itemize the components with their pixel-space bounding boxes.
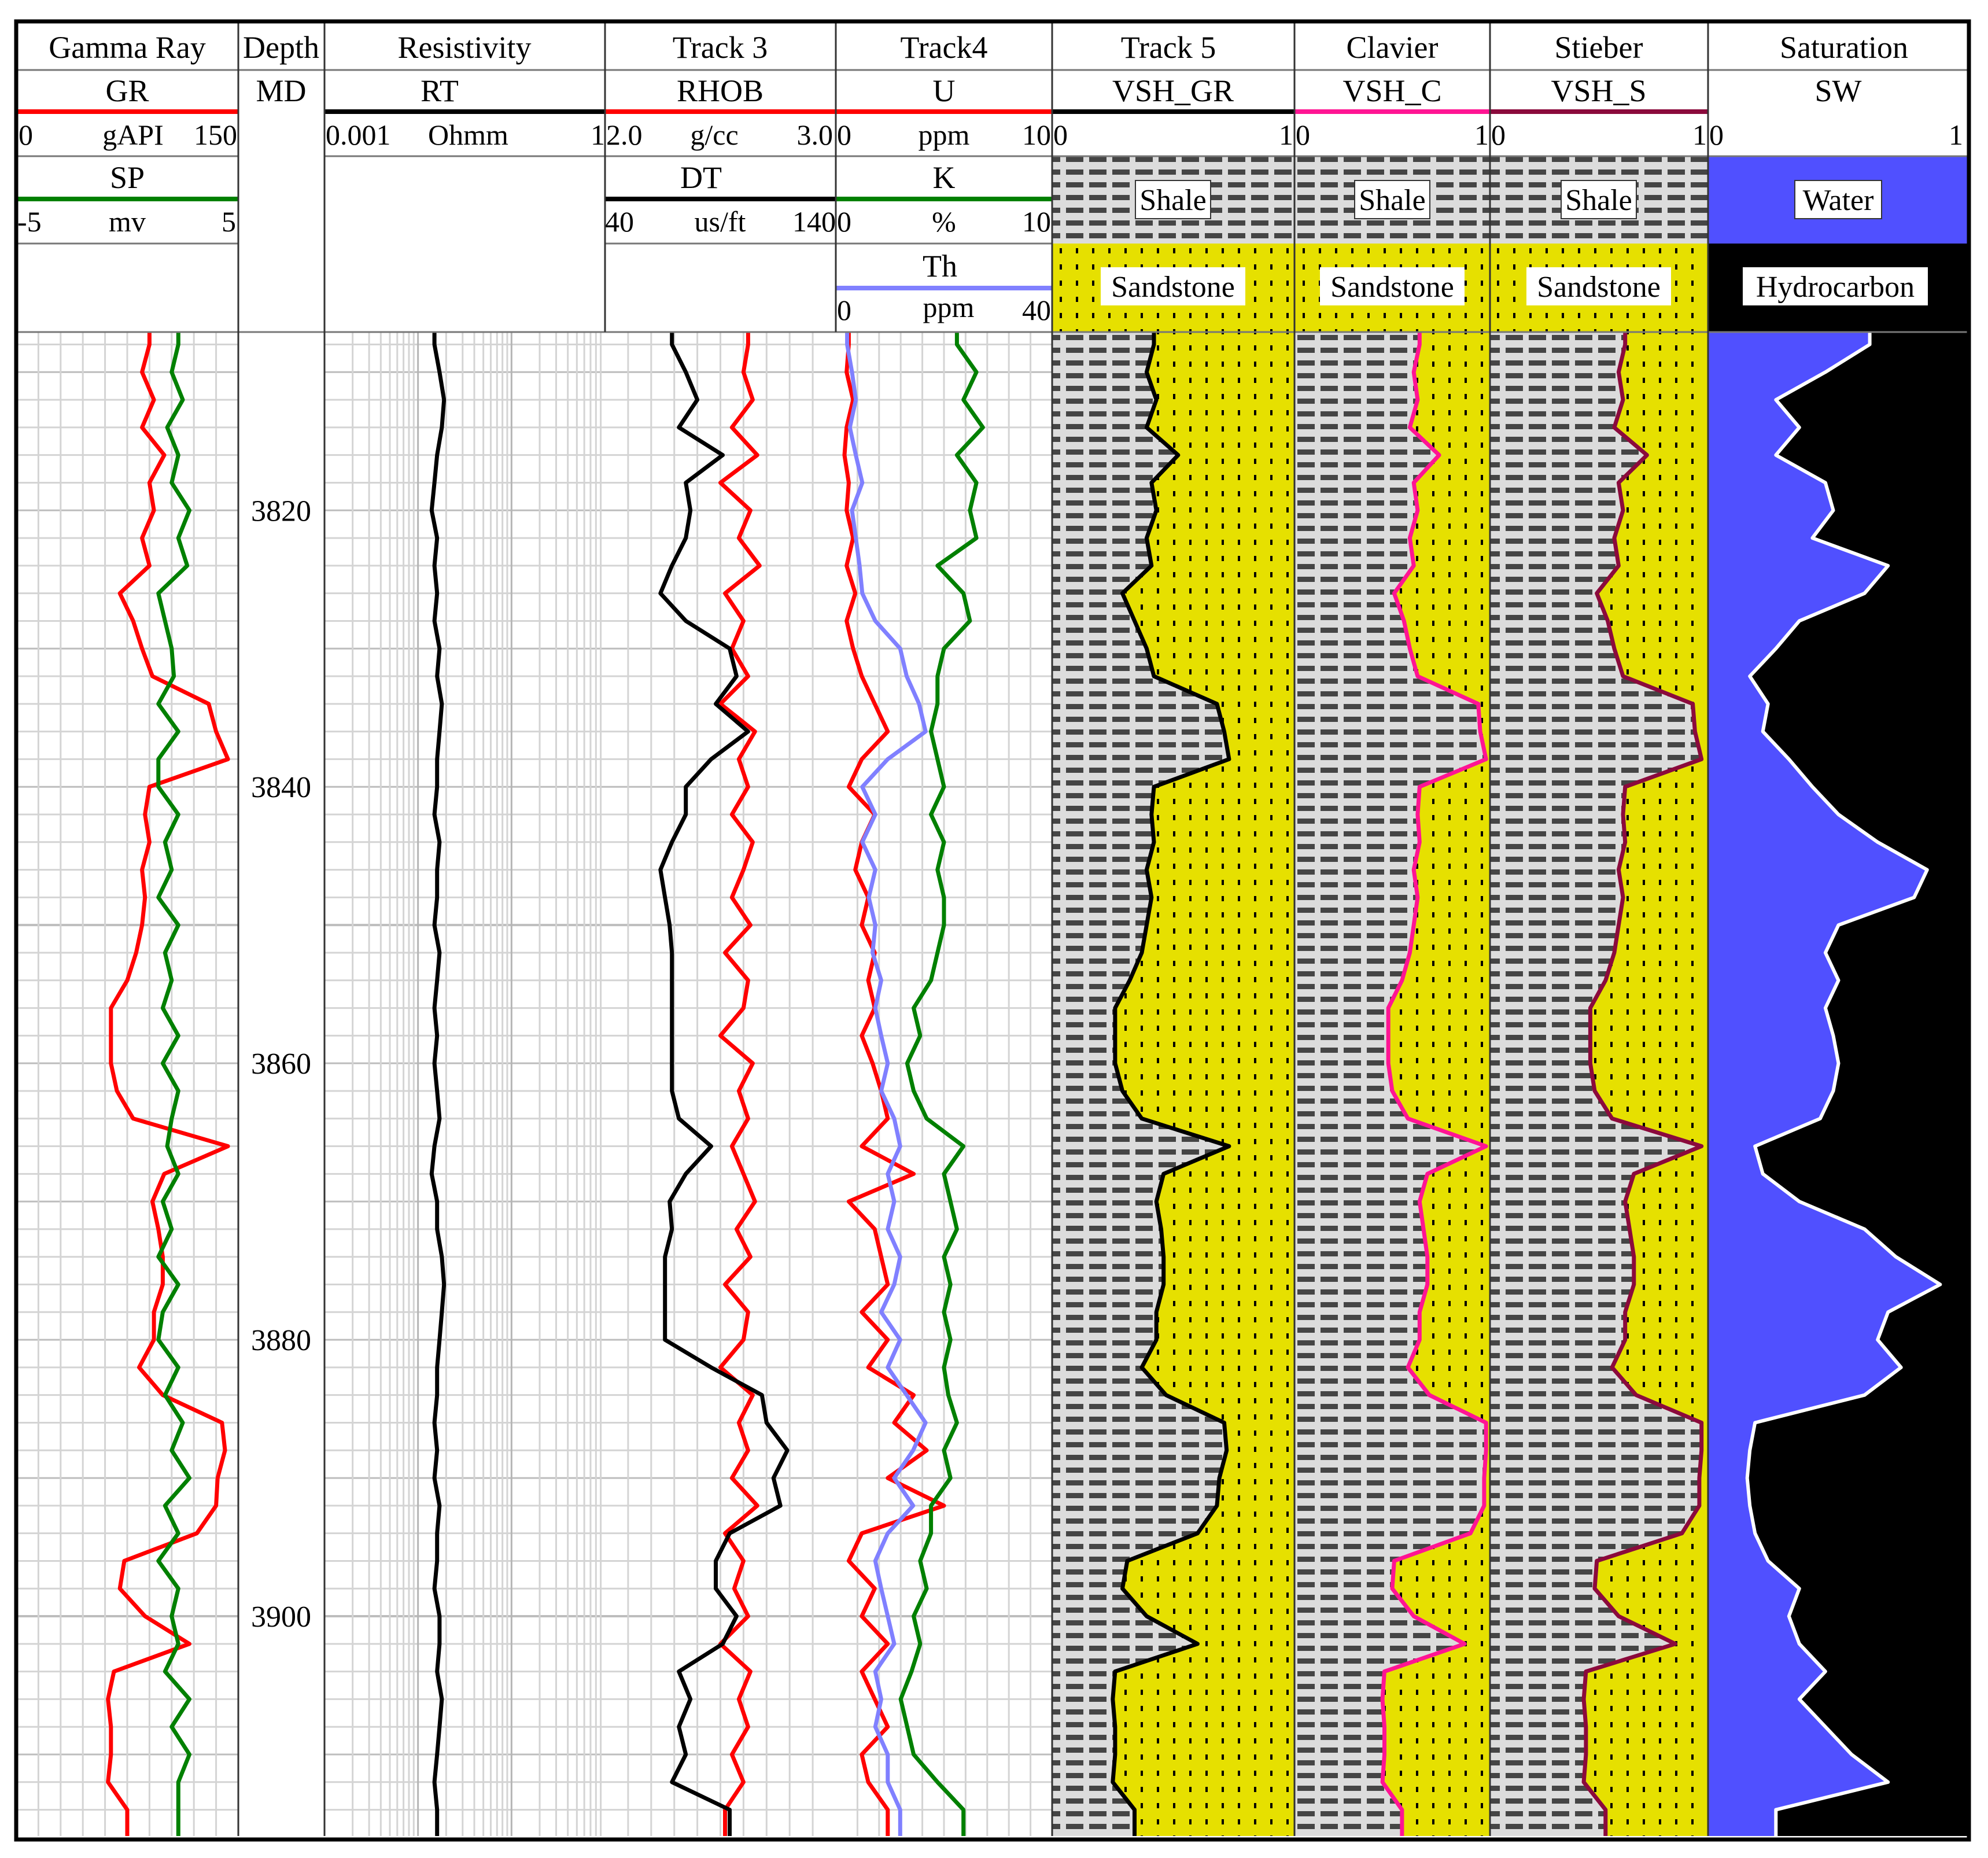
track-title: Depth (243, 30, 319, 65)
curve-mnemonic: VSH_C (1342, 73, 1441, 108)
depth-label: 3880 (251, 1324, 311, 1357)
scale-min: 0 (19, 119, 33, 151)
curve-mnemonic: Th (923, 249, 957, 283)
curve-mnemonic: GR (105, 73, 149, 108)
curve-mnemonic: K (933, 160, 956, 195)
scale-min: -5 (17, 205, 42, 238)
shale-label: Shale (1565, 184, 1632, 217)
sandstone-label: Sandstone (1330, 271, 1454, 304)
track-title: Track4 (900, 30, 987, 65)
scale-max: 3.0 (797, 119, 833, 151)
scale-max: 1 (1279, 119, 1293, 151)
scale-unit: ppm (919, 119, 970, 151)
scale-unit: gAPI (102, 119, 164, 151)
shale-label: Shale (1359, 184, 1426, 217)
scale-min: 40 (605, 205, 634, 238)
scale-max: 10 (1022, 119, 1051, 151)
scale-unit: g/cc (690, 119, 738, 151)
rhob-curve (718, 332, 762, 1836)
track-title: Saturation (1780, 30, 1908, 65)
scale-max: 1 (591, 119, 605, 151)
track4-header: Track4 U 0 ppm 10 K 0 % 10 Th 0 ppm 40 (837, 30, 1051, 326)
gr-curve (106, 332, 230, 1836)
sandstone-label: Sandstone (1111, 271, 1235, 304)
scale-min: 0 (837, 294, 851, 326)
scale-unit: mv (109, 205, 146, 238)
track-title: Track 3 (673, 30, 768, 65)
curve-mnemonic: SP (110, 160, 145, 195)
k-curve (898, 332, 985, 1836)
scale-unit: us/ft (695, 205, 746, 238)
scale-max: 5 (222, 205, 236, 238)
scale-max: 1 (1474, 119, 1489, 151)
curve-mnemonic: U (933, 73, 956, 108)
curve-mnemonic: VSH_GR (1112, 73, 1234, 108)
scale-max: 40 (1022, 294, 1051, 326)
scale-min: 2.0 (606, 119, 643, 151)
track-title: Clavier (1347, 30, 1439, 65)
scale-min: 0 (1296, 119, 1310, 151)
track-title: Track 5 (1121, 30, 1216, 65)
fill-layer (1052, 332, 1969, 1836)
curve-mnemonic: SW (1815, 73, 1862, 108)
scale-unit: % (932, 205, 956, 238)
scale-unit: ppm (923, 291, 975, 323)
curve-mnemonic: MD (256, 73, 306, 108)
scale-max: 140 (792, 205, 836, 238)
gamma-ray-track-header: Gamma Ray GR 0 gAPI 150 SP -5 mv 5 (17, 30, 237, 238)
dt-curve (658, 332, 790, 1836)
scale-min: 0 (837, 119, 851, 151)
scale-max: 150 (194, 119, 237, 151)
scale-min: 0 (1491, 119, 1506, 151)
curve-mnemonic: VSH_S (1551, 73, 1646, 108)
depth-label: 3860 (251, 1048, 311, 1081)
sandstone-label: Sandstone (1537, 271, 1661, 304)
scale-min: 0 (1709, 119, 1724, 151)
scale-min: 0 (1053, 119, 1068, 151)
curve-mnemonic: RHOB (677, 73, 764, 108)
rt-curve (429, 332, 447, 1836)
depth-label: 3840 (251, 771, 311, 804)
depth-label: 3900 (251, 1601, 311, 1634)
sp-curve (156, 332, 191, 1836)
curve-mnemonic: DT (680, 160, 722, 195)
track-title: Stieber (1555, 30, 1643, 65)
water-label: Water (1803, 184, 1874, 217)
track-title: Resistivity (397, 30, 531, 65)
depth-label: 3820 (251, 495, 311, 528)
hydrocarbon-label: Hydrocarbon (1756, 271, 1915, 304)
scale-min: 0 (837, 205, 851, 238)
track3-header: Track 3 RHOB 2.0 g/cc 3.0 DT 40 us/ft 14… (605, 30, 836, 238)
scale-max: 1 (1692, 119, 1707, 151)
scale-max: 1 (1949, 119, 1963, 151)
scale-max: 10 (1022, 205, 1051, 238)
shale-label: Shale (1139, 184, 1207, 217)
curve-mnemonic: RT (421, 73, 459, 108)
well-log-plot: Gamma Ray GR 0 gAPI 150 SP -5 mv 5 Depth… (14, 19, 1971, 1842)
scale-unit: Ohmm (428, 119, 508, 151)
scale-min: 0.001 (326, 119, 391, 151)
depth-labels: 3820 3840 3860 3880 3900 (251, 495, 311, 1634)
resistivity-track-header: Resistivity RT 0.001 Ohmm 1 (326, 30, 605, 151)
track-title: Gamma Ray (49, 30, 205, 65)
